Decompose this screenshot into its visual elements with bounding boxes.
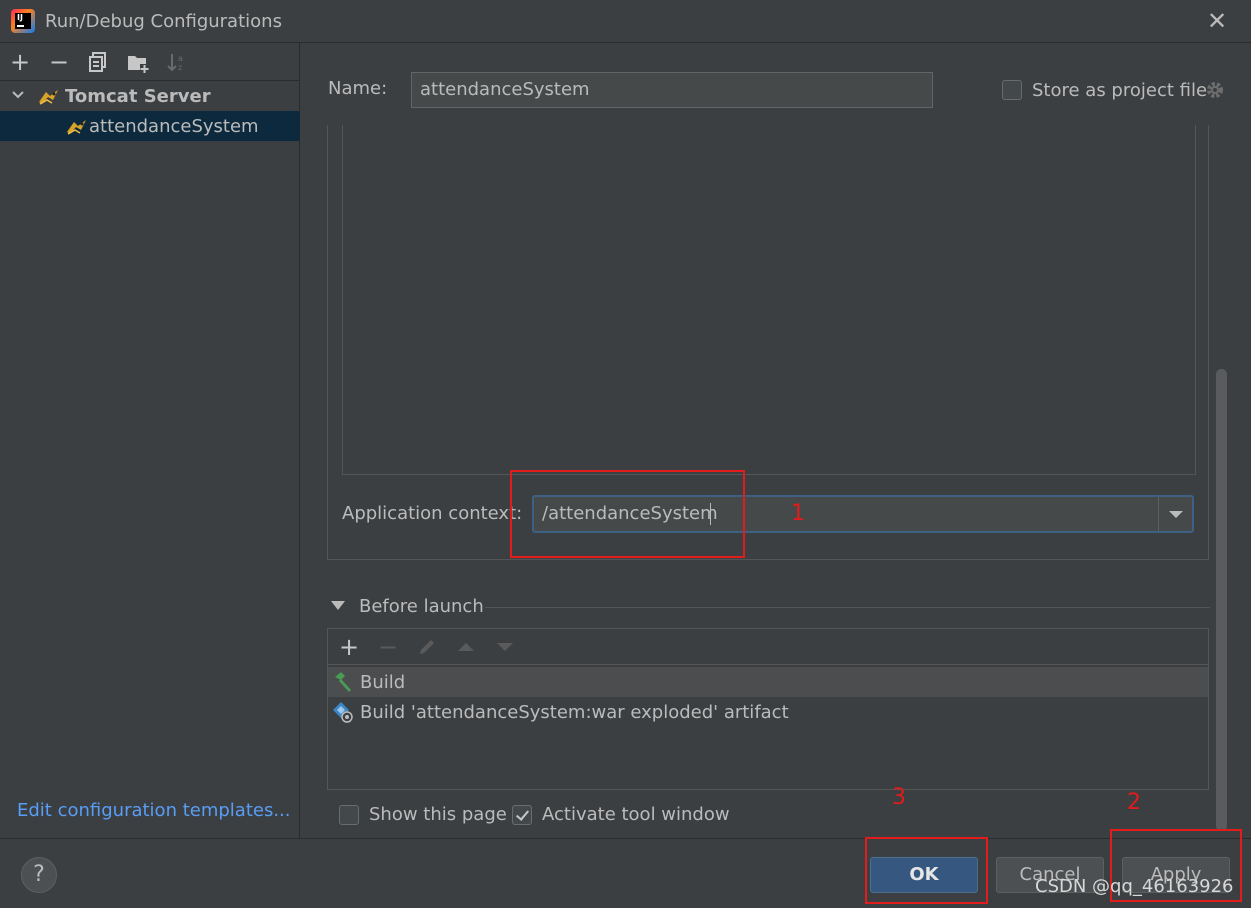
before-launch-item-label: Build 'attendanceSystem:war exploded' ar… — [360, 702, 789, 723]
before-launch-item-build[interactable]: Build — [328, 667, 1208, 697]
tree-group-tomcat-server[interactable]: Tomcat Server — [0, 81, 300, 111]
tree-item-attendance-system[interactable]: attendanceSystem — [0, 111, 300, 141]
before-launch-item-artifact[interactable]: Build 'attendanceSystem:war exploded' ar… — [328, 697, 1208, 727]
hammer-icon — [332, 671, 354, 693]
dialog-button-bar: ? OK Cancel Apply — [0, 838, 1251, 908]
artifact-icon — [332, 701, 354, 723]
show-this-page-checkbox[interactable] — [339, 805, 359, 825]
collapse-triangle-icon[interactable] — [331, 601, 345, 610]
sidebar-toolbar: + − az — [0, 43, 300, 81]
dropdown-arrow-icon[interactable] — [1158, 497, 1192, 531]
tomcat-icon — [38, 88, 60, 106]
add-icon[interactable]: + — [336, 634, 362, 660]
activate-tool-window-checkbox[interactable] — [512, 805, 532, 825]
tree-item-label: attendanceSystem — [89, 116, 259, 137]
name-input[interactable]: attendanceSystem — [411, 72, 933, 108]
svg-text:z: z — [178, 63, 182, 72]
move-up-icon[interactable] — [453, 634, 479, 660]
before-launch-item-label: Build — [360, 672, 406, 693]
help-button[interactable]: ? — [21, 857, 57, 893]
store-as-project-file-label: Store as project file — [1032, 80, 1208, 101]
application-context-label: Application context: — [342, 503, 523, 524]
activate-tool-window-label: Activate tool window — [542, 804, 730, 825]
folder-add-icon[interactable] — [125, 49, 151, 75]
watermark: CSDN @qq_46163926 — [1035, 876, 1234, 897]
deployment-panel: Application context: /attendanceSystem — [327, 125, 1209, 560]
name-label: Name: — [328, 78, 388, 99]
add-icon[interactable]: + — [7, 49, 33, 75]
annotation-marker-2: 2 — [1127, 790, 1141, 815]
annotation-box-1 — [510, 470, 745, 558]
annotation-marker-1: 1 — [791, 501, 805, 526]
svg-text:a: a — [178, 54, 183, 63]
store-as-project-file-checkbox[interactable] — [1002, 80, 1022, 100]
close-icon[interactable]: ✕ — [1204, 8, 1230, 34]
before-launch-panel: + − Build Build 'attendanceSystem:war ex… — [327, 628, 1209, 790]
annotation-box-3 — [865, 837, 988, 904]
gear-icon[interactable] — [1204, 79, 1226, 101]
configuration-editor: Name: attendanceSystem Store as project … — [301, 43, 1251, 838]
deployment-list[interactable] — [342, 125, 1196, 475]
edit-configuration-templates-link[interactable]: Edit configuration templates... — [17, 800, 291, 821]
remove-icon[interactable]: − — [375, 634, 401, 660]
divider — [485, 607, 1210, 608]
chevron-down-icon[interactable] — [10, 87, 26, 103]
title-bar: IJ Run/Debug Configurations ✕ — [0, 0, 1251, 43]
tomcat-icon — [66, 118, 88, 136]
before-launch-toolbar: + − — [328, 629, 1208, 665]
before-launch-title: Before launch — [359, 596, 484, 617]
move-down-icon[interactable] — [492, 634, 518, 660]
sort-icon[interactable]: az — [164, 49, 190, 75]
remove-icon[interactable]: − — [46, 49, 72, 75]
configurations-sidebar: + − az Tomcat Server attendanceSystem Ed… — [0, 43, 300, 838]
edit-pencil-icon[interactable] — [414, 634, 440, 660]
tree-group-label: Tomcat Server — [65, 86, 211, 107]
intellij-app-icon: IJ — [11, 9, 35, 33]
show-this-page-label: Show this page — [369, 804, 507, 825]
annotation-marker-3: 3 — [892, 785, 906, 810]
vertical-scrollbar[interactable] — [1216, 369, 1227, 831]
copy-icon[interactable] — [85, 49, 111, 75]
window-title: Run/Debug Configurations — [45, 11, 282, 32]
